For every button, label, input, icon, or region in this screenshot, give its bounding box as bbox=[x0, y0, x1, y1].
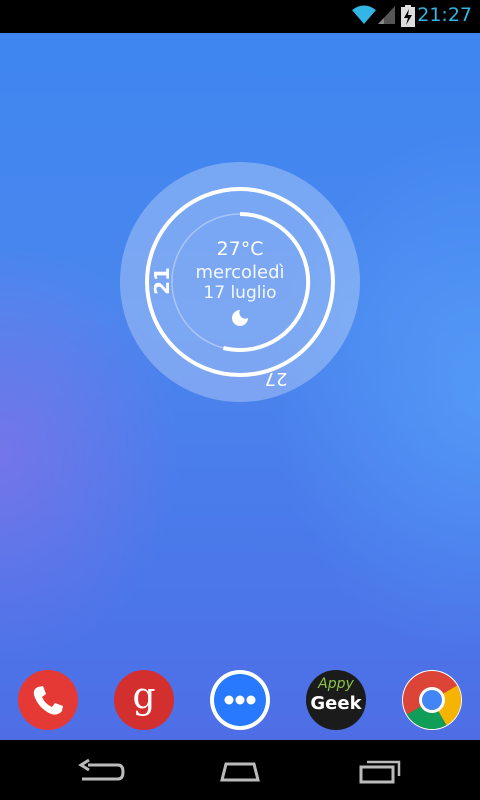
chrome-app-button[interactable] bbox=[402, 670, 462, 730]
wifi-icon bbox=[352, 5, 376, 29]
home-button[interactable] bbox=[212, 756, 268, 788]
signal-icon bbox=[378, 5, 396, 29]
appy-geek-app-button[interactable]: Appy Geek bbox=[306, 670, 366, 730]
back-icon bbox=[72, 758, 128, 792]
home-icon bbox=[212, 762, 268, 792]
weekday-text: mercoledì bbox=[195, 262, 285, 283]
recent-apps-button[interactable] bbox=[353, 756, 409, 788]
dock: g Appy Geek bbox=[0, 670, 480, 732]
battery-charging-icon bbox=[401, 5, 415, 31]
recent-apps-icon bbox=[353, 760, 409, 792]
appy-geek-text-bottom: Geek bbox=[310, 693, 362, 714]
minute-label: 27 bbox=[264, 368, 288, 389]
date-text: 17 luglio bbox=[203, 283, 277, 303]
app-drawer-button[interactable] bbox=[210, 670, 270, 730]
google-app-button[interactable]: g bbox=[114, 670, 174, 730]
status-time: 21:27 bbox=[417, 4, 472, 26]
back-button[interactable] bbox=[72, 756, 128, 788]
appy-geek-text-top: Appy bbox=[318, 676, 354, 692]
clock-weather-widget[interactable]: 21 27 27°C mercoledì 17 luglio bbox=[120, 162, 360, 402]
status-bar: 21:27 bbox=[0, 0, 480, 33]
temperature-text: 27°C bbox=[216, 238, 264, 260]
navigation-bar bbox=[0, 740, 480, 800]
phone-app-button[interactable] bbox=[18, 670, 78, 730]
google-icon: g bbox=[132, 676, 156, 717]
